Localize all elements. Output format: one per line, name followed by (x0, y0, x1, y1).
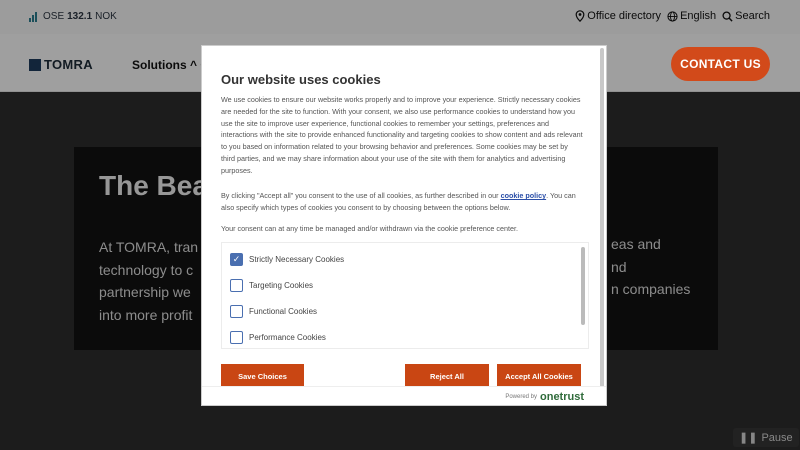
category-functional[interactable]: Functional Cookies (230, 305, 317, 318)
checkbox-icon[interactable] (230, 305, 243, 318)
category-label: Targeting Cookies (249, 281, 314, 290)
category-strictly-necessary[interactable]: ✓ Strictly Necessary Cookies (230, 253, 344, 266)
contact-us-button[interactable]: CONTACT US (671, 47, 770, 81)
category-scrollbar[interactable] (581, 247, 585, 325)
cookie-category-list: ✓ Strictly Necessary Cookies Targeting C… (221, 242, 589, 349)
cookie-consent-dialog: Our website uses cookies We use cookies … (201, 45, 607, 406)
save-choices-button[interactable]: Save Choices (221, 364, 304, 388)
accept-all-button[interactable]: Accept All Cookies (497, 364, 581, 388)
checkbox-icon[interactable] (230, 331, 243, 344)
powered-by-onetrust[interactable]: Powered by onetrust (505, 391, 584, 403)
dialog-footer: Powered by onetrust (202, 386, 606, 405)
onetrust-logo: onetrust (540, 391, 584, 403)
powered-by-label: Powered by (505, 394, 537, 400)
consent-text-pre: By clicking "Accept all" you consent to … (221, 191, 499, 200)
reject-all-button[interactable]: Reject All (405, 364, 489, 388)
cookie-policy-link[interactable]: cookie policy (501, 191, 547, 200)
category-targeting[interactable]: Targeting Cookies (230, 279, 313, 292)
checkbox-checked-icon[interactable]: ✓ (230, 253, 243, 266)
category-label: Performance Cookies (249, 333, 326, 342)
category-label: Functional Cookies (249, 307, 318, 316)
dialog-title: Our website uses cookies (221, 72, 381, 87)
checkbox-icon[interactable] (230, 279, 243, 292)
category-label: Strictly Necessary Cookies (249, 255, 345, 264)
consent-text: By clicking "Accept all" you consent to … (221, 190, 583, 214)
dialog-scrollbar[interactable] (600, 48, 604, 388)
category-performance[interactable]: Performance Cookies (230, 331, 326, 344)
manage-text: Your consent can at any time be managed … (221, 224, 518, 233)
dialog-body-text: We use cookies to ensure our website wor… (221, 95, 583, 175)
